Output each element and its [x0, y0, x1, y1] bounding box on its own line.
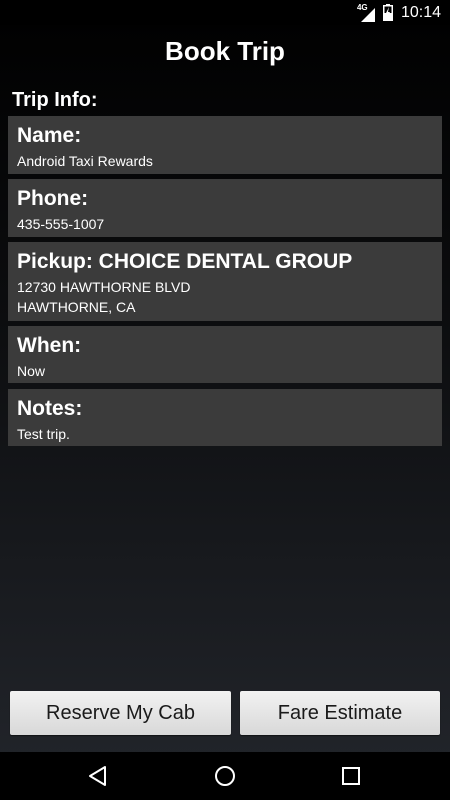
- recents-icon: [342, 767, 360, 785]
- trip-info-label: Trip Info:: [12, 89, 98, 111]
- recents-button[interactable]: [321, 752, 381, 800]
- status-bar: 4G 10:14: [0, 0, 450, 25]
- notes-label: Notes:: [17, 397, 83, 420]
- signal-icon: [360, 7, 375, 22]
- pickup-address-line2: HAWTHORNE, CA: [17, 299, 136, 315]
- home-button[interactable]: [195, 752, 255, 800]
- phone-label: Phone:: [17, 187, 89, 210]
- reserve-my-cab-button[interactable]: Reserve My Cab: [10, 691, 231, 735]
- name-label: Name:: [17, 124, 82, 147]
- page-title: Book Trip: [165, 36, 285, 66]
- notes-card: Notes: Test trip.: [8, 389, 442, 446]
- pickup-label: Pickup: CHOICE DENTAL GROUP: [17, 250, 353, 273]
- status-icons: 4G 10:14: [357, 0, 441, 25]
- fare-estimate-button[interactable]: Fare Estimate: [240, 691, 440, 735]
- pickup-address-line1: 12730 HAWTHORNE BLVD: [17, 279, 191, 295]
- signal-indicator: 4G: [357, 3, 377, 22]
- clock: 10:14: [400, 3, 441, 21]
- when-value: Now: [17, 363, 46, 379]
- phone-value: 435-555-1007: [17, 216, 105, 232]
- home-icon: [215, 766, 235, 786]
- screen: 4G 10:14 Book Trip Trip Info: Name: Andr…: [0, 0, 450, 800]
- navigation-bar: [0, 752, 450, 800]
- back-button[interactable]: [68, 752, 128, 800]
- pickup-card: Pickup: CHOICE DENTAL GROUP 12730 HAWTHO…: [8, 242, 442, 321]
- name-card: Name: Android Taxi Rewards: [8, 116, 442, 174]
- notes-value: Test trip.: [17, 426, 70, 442]
- battery-icon: [382, 4, 393, 21]
- back-icon: [89, 766, 106, 786]
- name-value: Android Taxi Rewards: [17, 153, 153, 169]
- when-card: When: Now: [8, 326, 442, 383]
- phone-card: Phone: 435-555-1007: [8, 179, 442, 237]
- when-label: When:: [17, 334, 82, 357]
